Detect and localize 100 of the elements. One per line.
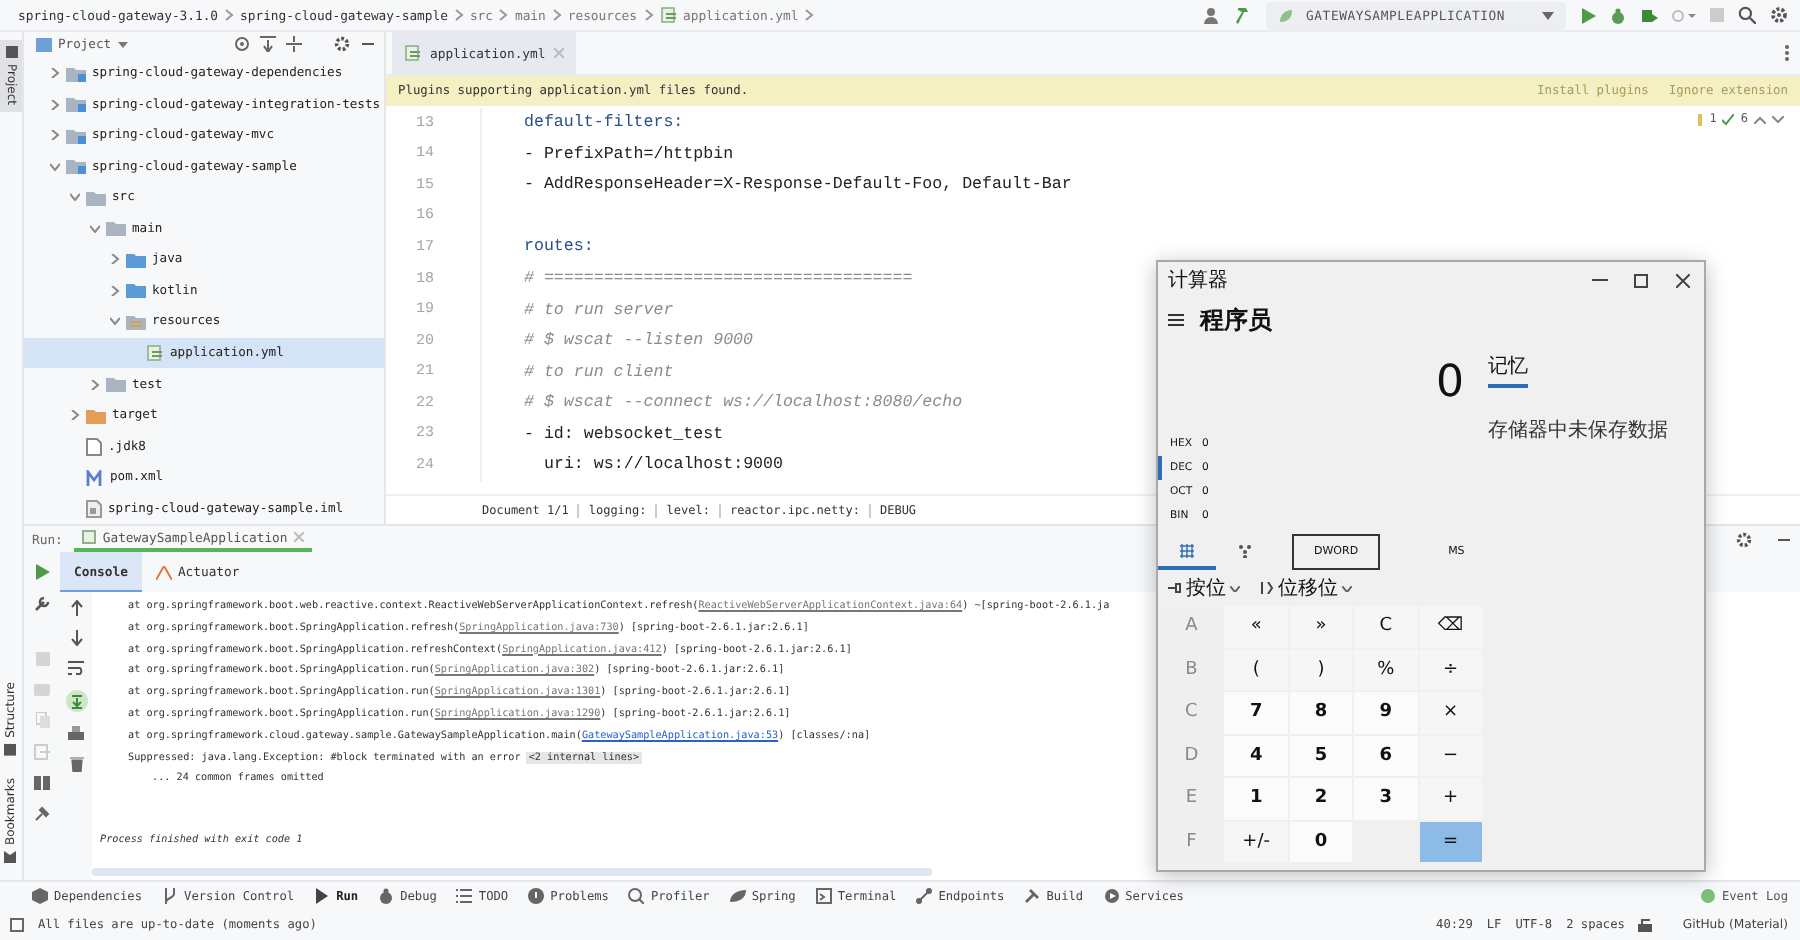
- calculator-key[interactable]: +: [1419, 778, 1482, 819]
- window-title: 计算器: [1168, 267, 1230, 294]
- caret-icon[interactable]: [117, 41, 128, 48]
- structure-icon: [5, 742, 17, 755]
- calculator-key[interactable]: =: [1419, 821, 1482, 862]
- chevron-icon[interactable]: [50, 99, 60, 110]
- arrow-up-icon[interactable]: [69, 600, 83, 616]
- calculator-key[interactable]: 6: [1354, 735, 1418, 776]
- calculator-key[interactable]: 0: [1289, 821, 1353, 862]
- separator-icon: [867, 503, 872, 517]
- arrow-down-icon[interactable]: [1772, 115, 1784, 123]
- settings-icon[interactable]: [1736, 531, 1752, 547]
- collapse-all-icon[interactable]: [286, 36, 302, 53]
- more-run-icon[interactable]: [1672, 7, 1696, 23]
- separator-icon: [654, 503, 659, 517]
- separator-icon: [576, 503, 581, 517]
- calculator-key[interactable]: 3: [1354, 778, 1418, 819]
- calculator-key[interactable]: 7: [1224, 692, 1288, 733]
- calculator-key[interactable]: 1: [1224, 778, 1288, 819]
- calculator-key[interactable]: %: [1354, 649, 1418, 690]
- module-folder-icon: [66, 158, 86, 175]
- bug-icon[interactable]: [1610, 7, 1626, 23]
- lock-icon[interactable]: [1638, 918, 1653, 932]
- rerun-icon[interactable]: [35, 564, 49, 580]
- calculator-key[interactable]: 5: [1289, 735, 1353, 776]
- chevron-icon[interactable]: [70, 410, 80, 421]
- calculator-key[interactable]: «: [1224, 606, 1288, 647]
- horizontal-scrollbar[interactable]: [92, 868, 932, 876]
- calculator-key[interactable]: ÷: [1419, 649, 1482, 690]
- result-display: 0: [1434, 355, 1466, 411]
- yml-file-icon: [404, 44, 422, 62]
- memory-tab[interactable]: 记忆: [1488, 352, 1528, 388]
- hammer-icon: [1024, 888, 1041, 904]
- calculator-key[interactable]: ): [1289, 649, 1353, 690]
- services-icon: [1103, 888, 1120, 904]
- locate-icon[interactable]: [234, 36, 250, 53]
- calculator-key[interactable]: 8: [1289, 692, 1353, 733]
- spring-leaf-icon: [1278, 7, 1294, 23]
- chevron-icon: [643, 8, 654, 22]
- status-box-icon[interactable]: [10, 918, 24, 932]
- maximize-icon: [1634, 273, 1648, 287]
- settings-icon[interactable]: [1770, 6, 1788, 24]
- chevron-icon[interactable]: [50, 130, 60, 141]
- bookmark-icon: [5, 851, 17, 864]
- module-folder-icon: [66, 127, 86, 144]
- menu-icon[interactable]: [1168, 314, 1184, 326]
- arrow-down-icon[interactable]: [69, 630, 83, 646]
- person-icon[interactable]: [1202, 6, 1220, 24]
- search-icon[interactable]: [1738, 6, 1756, 24]
- code-line: routes:: [524, 238, 594, 257]
- chevron-icon[interactable]: [110, 316, 120, 327]
- calculator-key[interactable]: C: [1354, 606, 1418, 647]
- calculator-key[interactable]: 2: [1289, 778, 1353, 819]
- calculator-key[interactable]: +/-: [1224, 821, 1288, 862]
- trash-icon[interactable]: [69, 756, 83, 772]
- arrow-up-icon[interactable]: [1754, 115, 1766, 123]
- chevron-icon[interactable]: [70, 192, 80, 203]
- chevron-icon[interactable]: [90, 223, 100, 234]
- bitwise-menu[interactable]: 按位: [1168, 574, 1240, 602]
- dependencies-icon: [32, 888, 48, 904]
- calculator-key[interactable]: −: [1419, 735, 1482, 776]
- run-icon[interactable]: [1580, 7, 1596, 23]
- bitwise-menu[interactable]: 位移位: [1260, 574, 1352, 602]
- calculator-key[interactable]: ×: [1419, 692, 1482, 733]
- maven-file-icon: [86, 469, 104, 486]
- event-log-icon: [1699, 888, 1716, 904]
- calculator-key[interactable]: ⌫: [1419, 606, 1482, 647]
- chevron-icon[interactable]: [110, 285, 120, 296]
- more-icon[interactable]: [1784, 44, 1790, 62]
- expand-all-icon[interactable]: [260, 36, 276, 53]
- bug-icon: [378, 888, 395, 904]
- hammer-icon[interactable]: [1234, 6, 1252, 24]
- run-icon: [314, 888, 331, 904]
- soft-wrap-icon[interactable]: [68, 660, 84, 676]
- bit-grid-icon: [1238, 543, 1252, 557]
- code-line: uri: ws://localhost:9000: [542, 456, 783, 475]
- chevron-icon[interactable]: [50, 68, 60, 79]
- settings-icon[interactable]: [334, 36, 350, 53]
- print-icon[interactable]: [68, 726, 84, 742]
- chevron-icon[interactable]: [90, 379, 100, 390]
- yml-file-icon: [659, 6, 678, 24]
- code-line: - id: websocket_test: [524, 425, 724, 444]
- chevron-icon[interactable]: [110, 254, 120, 265]
- calculator-key[interactable]: (: [1224, 649, 1288, 690]
- close-icon: [1676, 273, 1690, 287]
- caret-icon: [1342, 585, 1352, 591]
- calculator-key[interactable]: 4: [1224, 735, 1288, 776]
- calculator-key[interactable]: 9: [1354, 692, 1418, 733]
- layout-icon[interactable]: [34, 776, 50, 790]
- wrench-icon[interactable]: [34, 596, 50, 612]
- project-icon: [36, 37, 52, 52]
- chevron-icon[interactable]: [50, 161, 60, 172]
- scroll-to-end-icon[interactable]: [65, 690, 87, 712]
- module-file-icon: [86, 499, 102, 518]
- pin-icon[interactable]: [34, 806, 50, 822]
- coverage-icon[interactable]: [1640, 7, 1658, 23]
- calculator-key[interactable]: »: [1289, 606, 1353, 647]
- list-icon: [456, 888, 473, 904]
- chevron-icon: [551, 8, 562, 22]
- chevron-icon: [453, 8, 464, 22]
